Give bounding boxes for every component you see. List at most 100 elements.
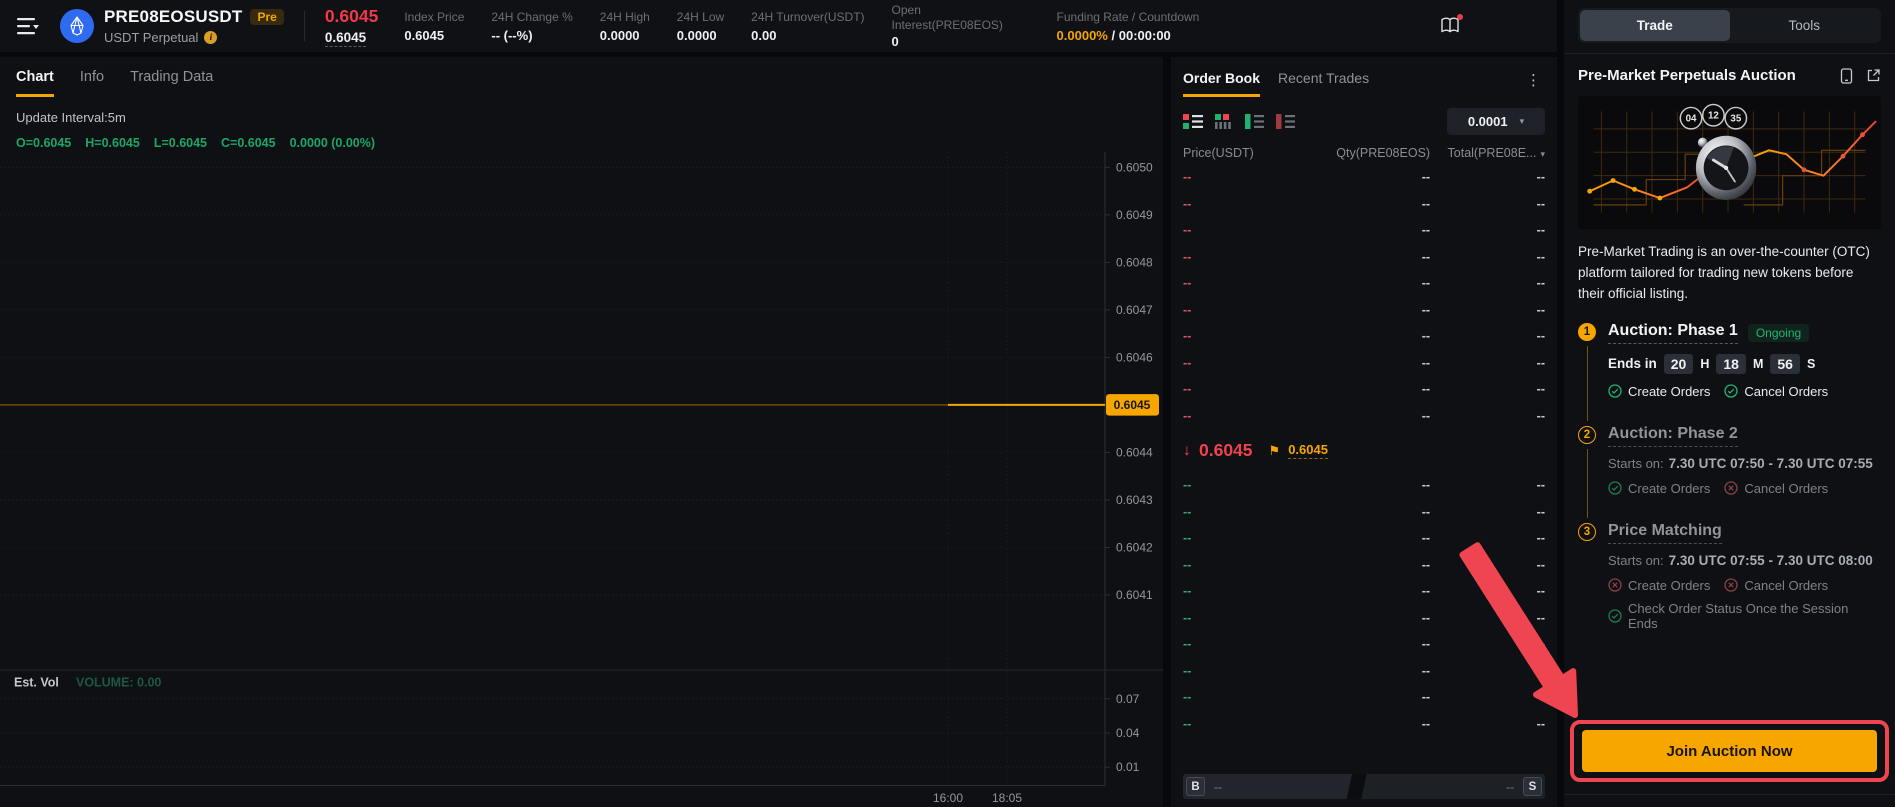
stat-open-interest: Open Interest(PRE08EOS) 0 — [892, 3, 1030, 49]
hamburger-menu-icon[interactable] — [16, 16, 42, 36]
phase-3: 3 Price Matching Starts on:7.30 UTC 07:5… — [1578, 522, 1881, 631]
orderbook-row-ask[interactable]: ------ — [1171, 403, 1557, 430]
tab-info[interactable]: Info — [80, 69, 104, 97]
orderbook-row-ask[interactable]: ------ — [1171, 323, 1557, 350]
price-chart-svg[interactable]: 0.60500.60490.60480.60470.60460.60440.60… — [0, 152, 1163, 807]
orderbook-row-ask[interactable]: ------ — [1171, 376, 1557, 403]
svg-text:12: 12 — [1708, 111, 1719, 122]
symbol-name: PRE08EOSUSDT — [104, 7, 242, 27]
tab-order-book[interactable]: Order Book — [1183, 70, 1260, 97]
orderbook-column-headers: Price(USDT) Qty(PRE08EOS) Total(PRE08E..… — [1171, 137, 1557, 164]
side-panel-tabs: Trade Tools — [1578, 8, 1881, 43]
orderbook-row-ask[interactable]: ------ — [1171, 244, 1557, 271]
chevron-down-icon: ▾ — [1540, 149, 1545, 159]
info-icon[interactable]: i — [204, 31, 217, 44]
status-badge-ongoing: Ongoing — [1748, 324, 1809, 342]
tab-chart[interactable]: Chart — [16, 69, 54, 97]
svg-text:0.6050: 0.6050 — [1116, 160, 1153, 174]
mark-price[interactable]: 0.6045 — [325, 30, 366, 47]
cross-circle-icon — [1724, 481, 1738, 495]
funding-rate-value: 0.0000% — [1057, 28, 1108, 43]
pre-badge: Pre — [250, 9, 283, 25]
orderbook-mark-price[interactable]: 0.6045 — [1288, 442, 1328, 459]
countdown-seconds: 56 — [1770, 354, 1800, 374]
perm-cancel-orders: Cancel Orders — [1724, 578, 1828, 593]
contract-type: USDT Perpetual — [104, 30, 198, 45]
tab-trading-data[interactable]: Trading Data — [130, 69, 213, 97]
phase-3-starts: Starts on:7.30 UTC 07:55 - 7.30 UTC 08:0… — [1608, 553, 1881, 568]
join-auction-button[interactable]: Join Auction Now — [1582, 730, 1877, 772]
buy-ratio: -- — [1214, 780, 1222, 794]
orderbook-row-bid[interactable]: ------ — [1171, 658, 1557, 685]
orderbook-menu-icon[interactable]: ⋮ — [1522, 71, 1545, 97]
order-list-icon[interactable] — [1839, 68, 1854, 84]
orderbook-row-bid[interactable]: ------ — [1171, 578, 1557, 605]
orderbook-row-bid[interactable]: ------ — [1171, 605, 1557, 632]
sell-ratio: -- — [1506, 780, 1514, 794]
orderbook-row-bid[interactable]: ------ — [1171, 631, 1557, 658]
perm-check-order-status: Check Order Status Once the Session Ends — [1608, 601, 1881, 631]
view-mode-depth-icon[interactable] — [1214, 114, 1234, 129]
svg-text:0.6042: 0.6042 — [1116, 540, 1153, 554]
side-divider — [1564, 53, 1895, 54]
svg-text:16:00: 16:00 — [933, 791, 963, 805]
orderbook-row-bid[interactable]: ------ — [1171, 552, 1557, 579]
tab-recent-trades[interactable]: Recent Trades — [1278, 70, 1369, 97]
buy-badge: B — [1186, 777, 1205, 796]
perm-cancel-orders: Cancel Orders — [1724, 384, 1828, 399]
orderbook-row-ask[interactable]: ------ — [1171, 191, 1557, 218]
orderbook-row-bid[interactable]: ------ — [1171, 499, 1557, 526]
orderbook-tabs: Order Book Recent Trades ⋮ — [1171, 57, 1557, 97]
svg-text:0.6048: 0.6048 — [1116, 255, 1153, 269]
view-mode-bids-only-icon[interactable] — [1245, 114, 1265, 129]
external-link-icon[interactable] — [1866, 68, 1881, 84]
join-button-highlight-annotation: Join Auction Now — [1570, 720, 1889, 782]
svg-text:0.01: 0.01 — [1116, 760, 1140, 774]
volume-value-label: VOLUME: 0.00 — [76, 675, 161, 689]
view-mode-combined-icon[interactable] — [1183, 114, 1203, 129]
symbol-block[interactable]: PRE08EOSUSDT Pre USDT Perpetual i — [104, 7, 284, 45]
auction-title: Pre-Market Perpetuals Auction — [1578, 67, 1796, 84]
orderbook-row-ask[interactable]: ------ — [1171, 164, 1557, 191]
mark-price-flag-icon[interactable]: ⚑ — [1269, 443, 1281, 459]
ohlc-readout: O=0.6045 H=0.6045 L=0.6045 C=0.6045 0.00… — [0, 125, 1163, 150]
svg-text:0.6049: 0.6049 — [1116, 208, 1153, 222]
svg-text:0.6043: 0.6043 — [1116, 493, 1153, 507]
svg-text:0.04: 0.04 — [1116, 726, 1140, 740]
col-qty: Qty(PRE08EOS) — [1315, 146, 1430, 160]
stat-24h-low: 24H Low 0.0000 — [677, 10, 724, 43]
ohlc-low: L=0.6045 — [154, 136, 207, 150]
orderbook-row-ask[interactable]: ------ — [1171, 350, 1557, 377]
orderbook-row-ask[interactable]: ------ — [1171, 297, 1557, 324]
guide-book-icon[interactable] — [1439, 16, 1461, 36]
view-mode-asks-only-icon[interactable] — [1276, 114, 1296, 129]
banner-clock — [1696, 136, 1756, 200]
side-bottom-divider — [1564, 794, 1895, 807]
tick-size-select[interactable]: 0.0001 ▾ — [1447, 108, 1545, 135]
orderbook-last-price[interactable]: 0.6045 — [1199, 440, 1253, 461]
orderbook-row-ask[interactable]: ------ — [1171, 217, 1557, 244]
orderbook-row-bid[interactable]: ------ — [1171, 472, 1557, 499]
col-total[interactable]: Total(PRE08E...▾ — [1430, 146, 1545, 160]
ohlc-open: O=0.6045 — [16, 136, 71, 150]
svg-text:35: 35 — [1730, 114, 1741, 125]
phase-1-countdown: Ends in 20 H 18 M 56 S — [1608, 354, 1881, 374]
perm-create-orders: Create Orders — [1608, 384, 1710, 399]
tab-trade[interactable]: Trade — [1580, 10, 1730, 41]
orderbook-row-bid[interactable]: ------ — [1171, 711, 1557, 738]
stat-funding-rate: Funding Rate / Countdown 0.0000% / 00:00… — [1057, 10, 1200, 43]
orderbook-row-bid[interactable]: ------ — [1171, 525, 1557, 552]
orderbook-bids: ----------------------------------------… — [1171, 472, 1557, 737]
stat-24h-high: 24H High 0.0000 — [600, 10, 650, 43]
phase-1-number: 1 — [1578, 323, 1596, 341]
check-circle-icon — [1608, 481, 1622, 495]
svg-text:0.6041: 0.6041 — [1116, 588, 1153, 602]
orderbook-row-ask[interactable]: ------ — [1171, 270, 1557, 297]
phase-2-number: 2 — [1578, 426, 1596, 444]
current-price-tag: 0.6045 — [1106, 394, 1159, 415]
perm-create-orders: Create Orders — [1608, 578, 1710, 593]
notification-dot — [1457, 14, 1463, 20]
orderbook-row-bid[interactable]: ------ — [1171, 684, 1557, 711]
app-root: PRE08EOSUSDT Pre USDT Perpetual i 0.6045… — [0, 0, 1895, 807]
tab-tools[interactable]: Tools — [1730, 10, 1880, 41]
